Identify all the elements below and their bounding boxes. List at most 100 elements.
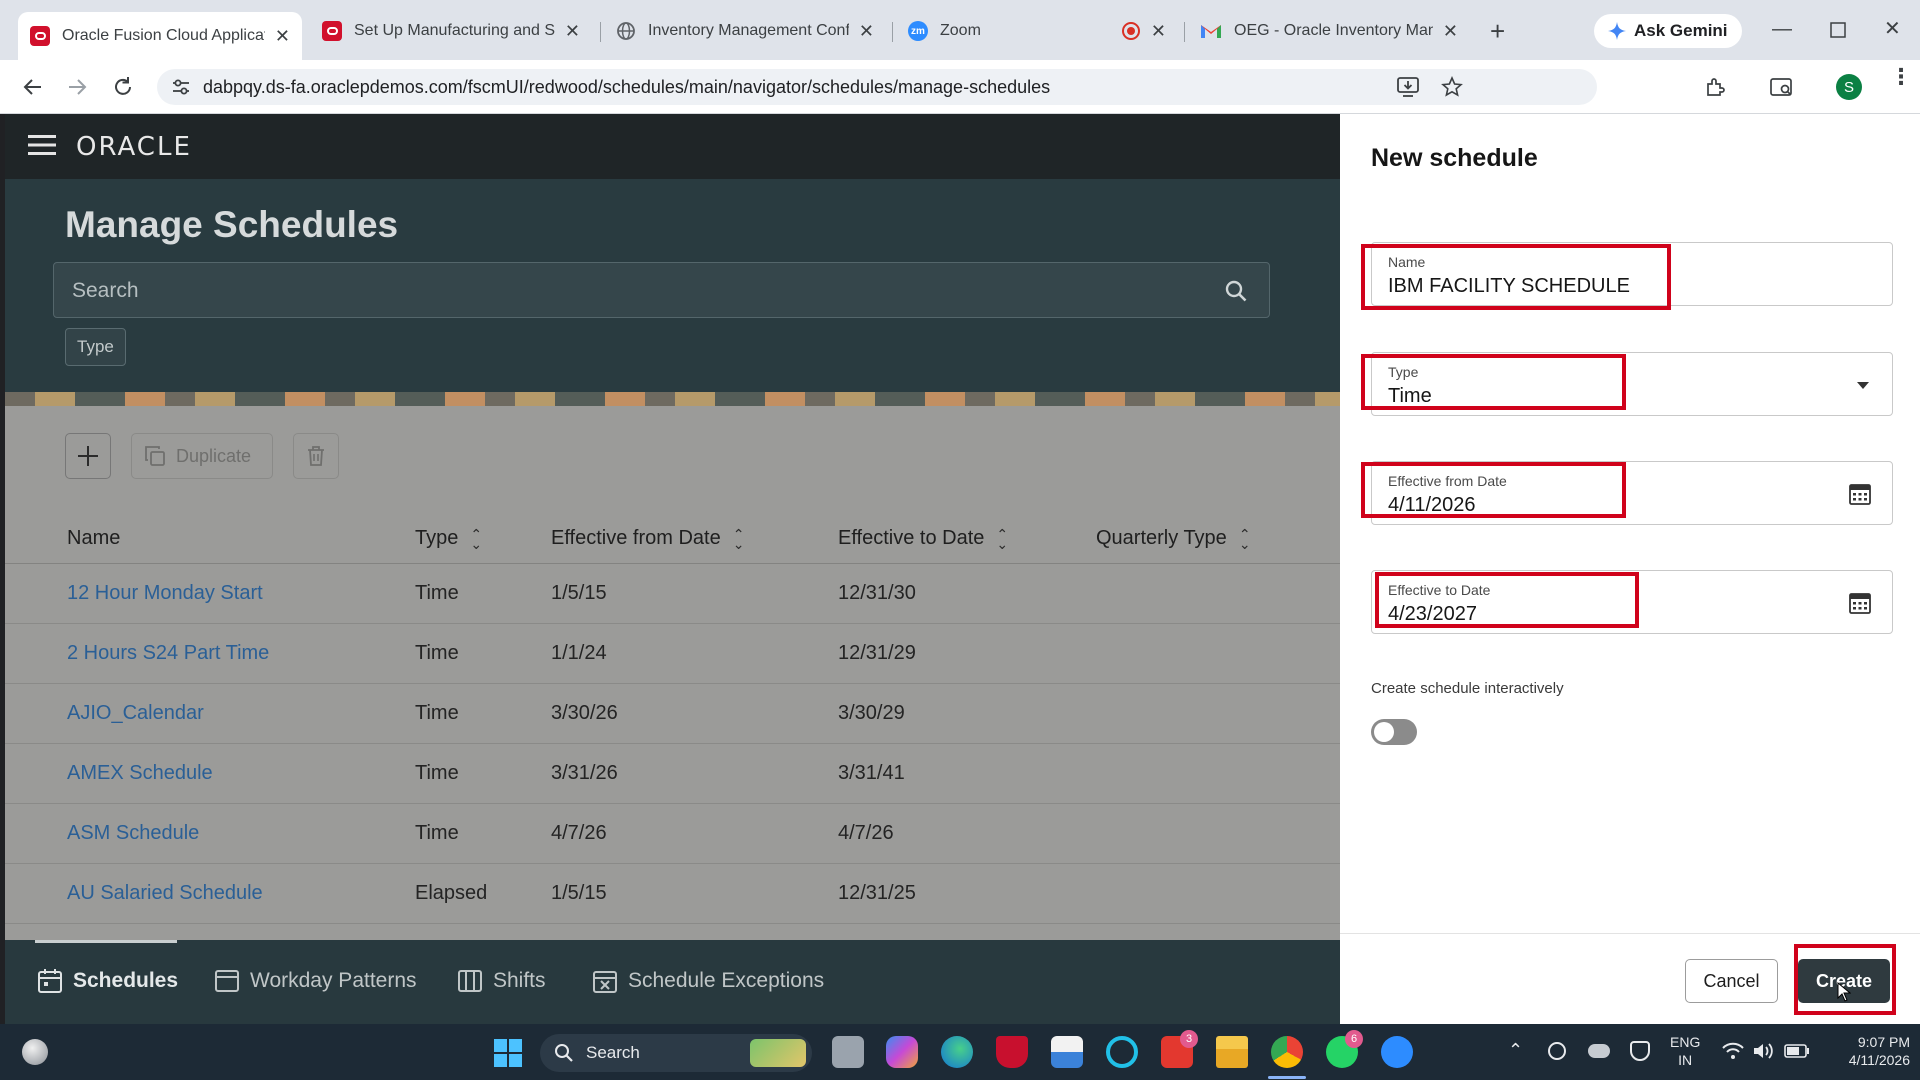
profile-avatar[interactable]: S	[1836, 74, 1862, 100]
nav-schedules[interactable]: Schedules	[37, 968, 178, 994]
tab-oeg-gmail[interactable]: OEG - Oracle Inventory Manag ✕	[1188, 12, 1470, 50]
schedule-type: Time	[415, 822, 459, 844]
calendar-icon[interactable]	[1848, 591, 1872, 615]
tab-oracle-fusion[interactable]: Oracle Fusion Cloud Applicatio ✕	[18, 12, 302, 60]
copilot-icon[interactable]	[886, 1036, 918, 1068]
column-header-effective-from[interactable]: Effective from Date ⌃ ⌄	[551, 525, 745, 552]
hamburger-menu-icon[interactable]	[28, 134, 56, 156]
schedule-name-link[interactable]: AU Salaried Schedule	[67, 882, 263, 905]
edge-browser-icon[interactable]	[941, 1036, 973, 1068]
close-icon[interactable]: ✕	[565, 21, 580, 42]
highlight-box	[1361, 244, 1671, 310]
task-view-icon[interactable]	[832, 1036, 864, 1068]
schedule-to-date: 3/30/29	[838, 702, 905, 724]
microsoft-store-icon[interactable]	[1051, 1036, 1083, 1068]
table-row[interactable]: AJIO_Calendar Time 3/30/26 3/30/29	[5, 684, 1340, 744]
site-settings-icon[interactable]	[171, 78, 191, 96]
windows-start-icon[interactable]	[493, 1038, 523, 1068]
reload-icon[interactable]	[112, 76, 134, 98]
close-icon[interactable]: ✕	[275, 26, 290, 47]
close-icon[interactable]: ✕	[1443, 21, 1458, 42]
battery-icon[interactable]	[1784, 1044, 1810, 1058]
minimize-icon[interactable]: —	[1772, 18, 1792, 41]
new-tab-icon[interactable]: +	[1490, 16, 1505, 47]
ask-gemini-button[interactable]: Ask Gemini	[1594, 14, 1742, 48]
tab-zoom[interactable]: zm Zoom ✕	[896, 12, 1178, 50]
system-clock[interactable]: 9:07 PM 4/11/2026	[1830, 1033, 1910, 1069]
table-row[interactable]: 12 Hour Monday Start Time 1/5/15 12/31/3…	[5, 564, 1340, 624]
sort-icon: ⌃ ⌄	[732, 525, 745, 552]
clock-date: 4/11/2026	[1848, 1052, 1910, 1068]
schedule-type: Time	[415, 762, 459, 784]
weather-widget-icon[interactable]	[22, 1039, 48, 1065]
close-icon[interactable]: ✕	[859, 21, 874, 42]
nav-shifts[interactable]: Shifts	[457, 968, 546, 994]
schedule-name-link[interactable]: AMEX Schedule	[67, 762, 213, 785]
chrome-browser-icon[interactable]	[1271, 1036, 1303, 1068]
zoom-app-icon[interactable]	[1381, 1036, 1413, 1068]
schedule-to-date: 12/31/29	[838, 642, 916, 664]
table-row[interactable]: ASM Schedule Time 4/7/26 4/7/26	[5, 804, 1340, 864]
onedrive-icon[interactable]	[1588, 1044, 1610, 1058]
browser-menu-icon[interactable]: ⋮	[1890, 66, 1912, 88]
address-bar[interactable]: dabpqy.ds-fa.oraclepdemos.com/fscmUI/red…	[157, 69, 1597, 105]
schedule-name-link[interactable]: ASM Schedule	[67, 822, 199, 845]
type-filter-chip[interactable]: Type	[65, 328, 126, 366]
zoom-favicon-icon: zm	[908, 21, 928, 41]
calendar-icon[interactable]	[1848, 482, 1872, 506]
nav-schedule-exceptions[interactable]: Schedule Exceptions	[592, 968, 824, 994]
nav-label: Workday Patterns	[250, 969, 417, 992]
tab-inventory-config[interactable]: Inventory Management Config ✕	[604, 12, 886, 50]
microphone-icon[interactable]	[1630, 1041, 1650, 1061]
schedule-type: Time	[415, 582, 459, 604]
column-header-type[interactable]: Type ⌃ ⌄	[415, 527, 482, 551]
tab-search-icon[interactable]	[1770, 76, 1794, 98]
active-tab-indicator	[35, 940, 177, 943]
duplicate-label: Duplicate	[176, 445, 252, 466]
show-hidden-icons-chevron-icon[interactable]: ⌃	[1508, 1040, 1523, 1061]
schedule-name-link[interactable]: 12 Hour Monday Start	[67, 582, 263, 605]
schedule-name-link[interactable]: AJIO_Calendar	[67, 702, 204, 725]
column-header-quarterly-type[interactable]: Quarterly Type ⌃ ⌄	[1096, 527, 1251, 551]
delete-button[interactable]	[293, 433, 339, 479]
extensions-icon[interactable]	[1704, 76, 1726, 98]
search-input[interactable]: Search	[53, 262, 1270, 318]
search-icon[interactable]	[1224, 279, 1248, 303]
tray-app-icon[interactable]	[1548, 1042, 1566, 1060]
calendar-exception-icon	[593, 971, 617, 993]
add-button[interactable]	[65, 433, 111, 479]
close-icon[interactable]: ✕	[1151, 21, 1166, 42]
browser-tab-bar: Oracle Fusion Cloud Applicatio ✕ Set Up …	[0, 0, 1920, 60]
panel-title: New schedule	[1371, 144, 1538, 172]
cancel-button[interactable]: Cancel	[1685, 959, 1778, 1003]
table-row[interactable]: 2 Hours S24 Part Time Time 1/1/24 12/31/…	[5, 624, 1340, 684]
taskbar-search-box[interactable]: Search	[540, 1034, 812, 1072]
forward-icon[interactable]	[66, 76, 88, 98]
volume-icon[interactable]	[1752, 1042, 1774, 1060]
wifi-icon[interactable]	[1722, 1042, 1744, 1060]
bookmark-star-icon[interactable]	[1441, 76, 1463, 98]
table-row[interactable]: AMEX Schedule Time 3/31/26 3/31/41	[5, 744, 1340, 804]
file-explorer-icon[interactable]	[1216, 1036, 1248, 1068]
nav-workday-patterns[interactable]: Workday Patterns	[214, 968, 417, 994]
alexa-icon[interactable]	[1106, 1036, 1138, 1068]
profile-initial: S	[1843, 78, 1854, 96]
language-indicator[interactable]: ENG IN	[1670, 1033, 1700, 1069]
window-close-icon[interactable]: ✕	[1884, 16, 1901, 41]
search-icon	[555, 1044, 573, 1062]
table-row[interactable]: AU Salaried Schedule Elapsed 1/5/15 12/3…	[5, 864, 1340, 924]
column-header-effective-to[interactable]: Effective to Date ⌃ ⌄	[838, 527, 1008, 551]
schedule-name-link[interactable]: 2 Hours S24 Part Time	[67, 642, 269, 665]
column-header-name[interactable]: Name	[67, 527, 120, 550]
clock-time: 9:07 PM	[1857, 1034, 1910, 1050]
maximize-icon[interactable]	[1830, 22, 1846, 38]
create-interactively-toggle[interactable]	[1371, 719, 1417, 745]
badge-count: 3	[1185, 1033, 1193, 1045]
back-icon[interactable]	[22, 76, 44, 98]
column-header-label: Name	[67, 527, 121, 549]
tab-setup-manufacturing[interactable]: Set Up Manufacturing and Sup ✕	[310, 12, 592, 50]
install-app-icon[interactable]	[1397, 77, 1419, 97]
duplicate-button[interactable]: Duplicate	[131, 433, 273, 479]
calendar-icon	[38, 969, 62, 993]
mcafee-icon[interactable]	[996, 1036, 1028, 1068]
